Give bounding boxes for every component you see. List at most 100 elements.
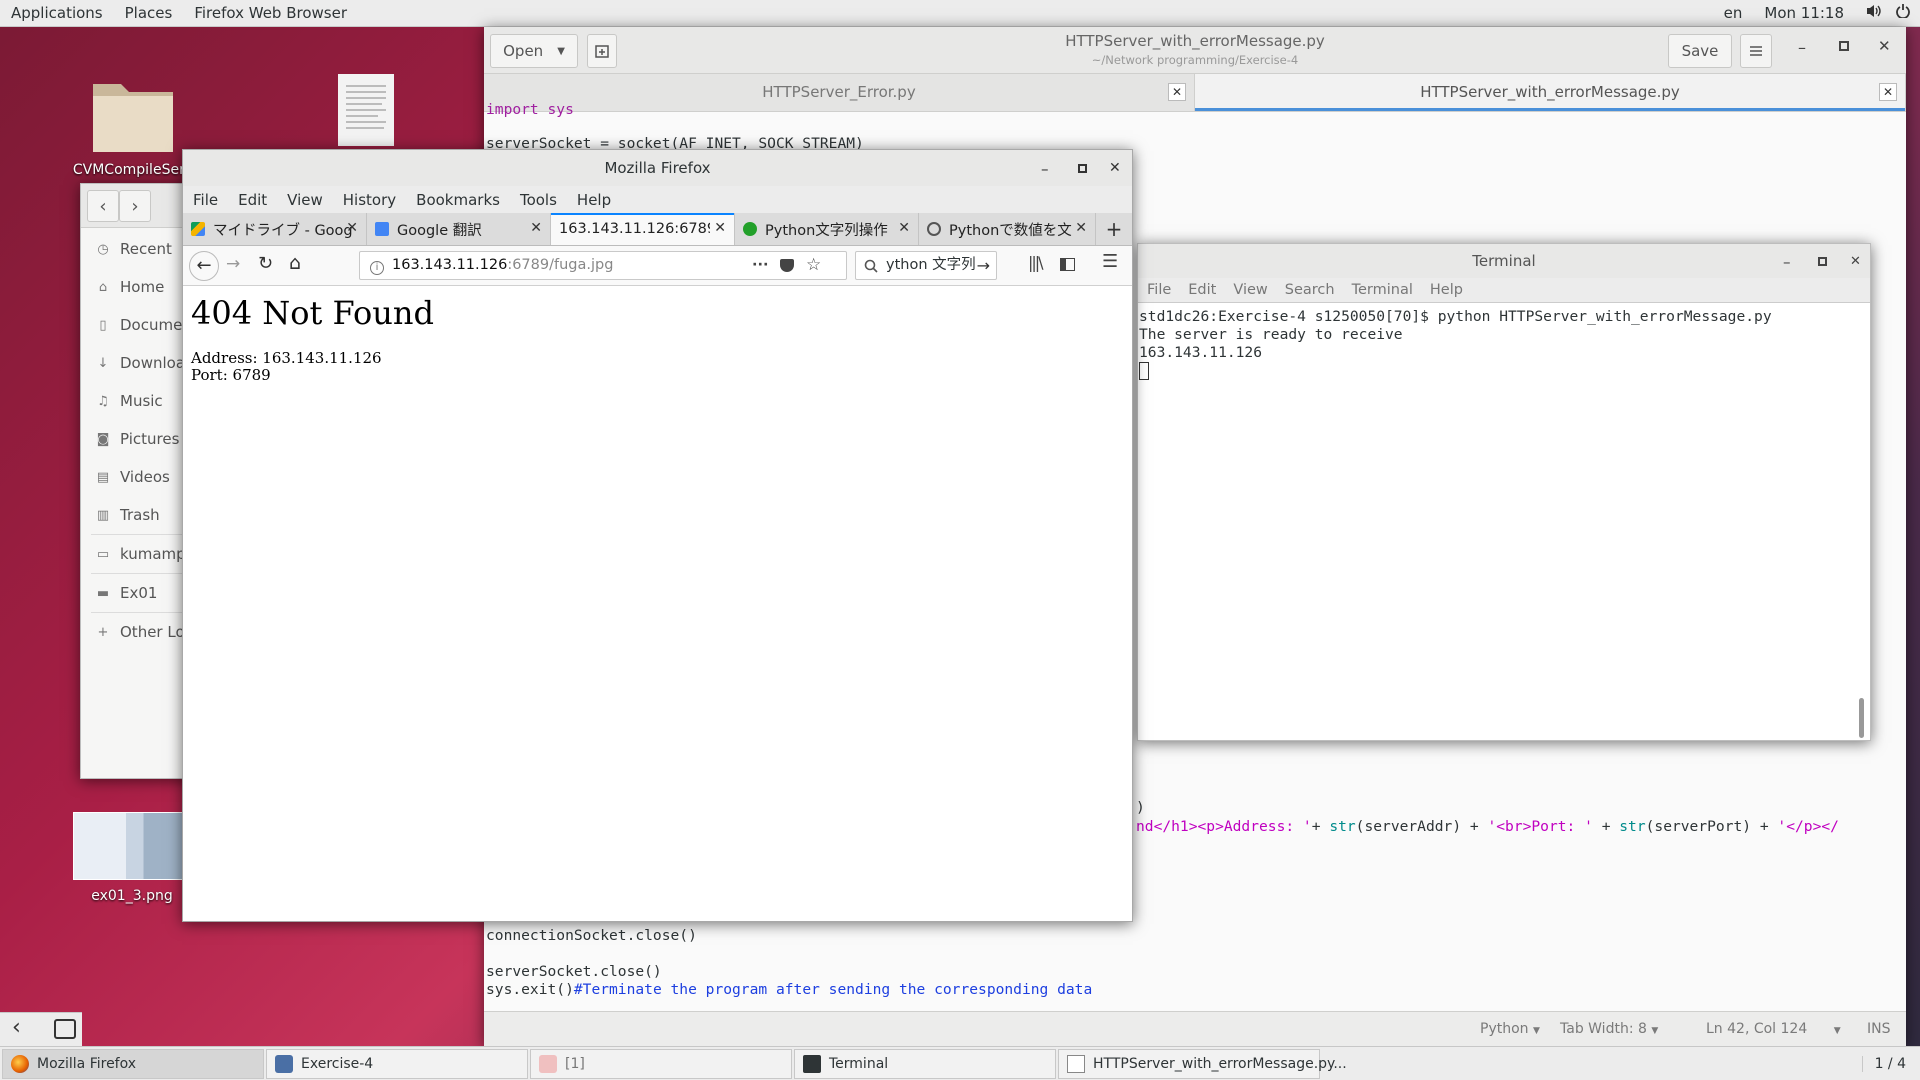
power-icon[interactable] [1896,4,1910,22]
screenshot-icon[interactable] [54,1019,76,1039]
active-app-menu[interactable]: Firefox Web Browser [183,4,358,22]
menu-file[interactable]: File [193,191,218,209]
close-tab-icon[interactable]: ✕ [1879,83,1897,101]
taskbar-item-firefox[interactable]: Mozilla Firefox [2,1048,264,1079]
gedit-tab-active[interactable]: HTTPServer_with_errorMessage.py ✕ [1195,74,1906,111]
sidebar-item-label: Recent [120,240,172,258]
browser-tab-label: Pythonで数値を文 [949,222,1072,239]
go-arrow-icon[interactable]: → [976,252,990,279]
minimize-icon[interactable]: – [1783,245,1791,279]
close-tab-icon[interactable]: ✕ [342,220,358,236]
page-heading: 404 Not Found [191,294,434,332]
browser-tab[interactable]: Pythonで数値を文 ✕ [919,213,1096,245]
firefox-title: Mozilla Firefox [604,159,711,177]
volume-icon[interactable] [1866,4,1882,22]
sidebar-item-label: Trash [120,506,160,524]
reload-icon[interactable]: ↻ [258,253,273,274]
insert-mode: INS [1867,1021,1891,1037]
sidebar-icon[interactable] [1060,258,1075,271]
menu-help[interactable]: Help [577,191,611,209]
terminal-scrollbar[interactable] [1859,698,1864,738]
back-button[interactable]: ← [189,251,219,281]
menu-bookmarks[interactable]: Bookmarks [416,191,500,209]
new-tab-button[interactable]: + [1096,213,1132,245]
sidebar-item-label: Music [120,392,163,410]
firefox-navbar: ← → ↻ ⌂ i 163.143.11.126:6789/fuga.jpg ··… [183,246,1132,286]
taskbar-item-label: Mozilla Firefox [37,1055,137,1072]
maximize-icon[interactable] [1078,164,1087,173]
close-tab-icon[interactable]: ✕ [894,220,910,236]
forward-button[interactable]: › [119,190,151,222]
sidebar-item-label: Ex01 [120,584,158,602]
taskbar-item-image-viewer[interactable]: [1] [530,1048,792,1079]
close-icon[interactable]: ✕ [1850,245,1861,279]
chevron-left-icon[interactable]: ‹ [12,1015,21,1040]
browser-tab[interactable]: Python文字列操作 ✕ [735,213,919,245]
page-actions-icon[interactable]: ··· [752,252,769,279]
places-menu[interactable]: Places [114,4,184,22]
minimize-icon[interactable]: – [1041,151,1049,187]
desktop-image-file[interactable]: ex01_3.png [62,812,202,904]
back-button[interactable]: ‹ [87,190,119,222]
terminal-output[interactable]: std1dc26:Exercise-4 s1250050[70]$ python… [1138,302,1870,385]
taskbar-item-terminal[interactable]: Terminal [794,1048,1056,1079]
browser-tab-label: マイドライブ - Goog [213,222,353,239]
taskbar-item-gedit[interactable]: HTTPServer_with_errorMessage.py... [1058,1048,1347,1079]
taskbar: Mozilla Firefox Exercise-4 [1] Terminal … [0,1046,1920,1080]
menu-file[interactable]: File [1147,282,1171,298]
browser-tab[interactable]: マイドライブ - Goog ✕ [183,213,367,245]
desktop-left-controls: ‹ [0,1012,82,1046]
browser-tab[interactable]: Google 翻訳 ✕ [367,213,551,245]
close-tab-icon[interactable]: ✕ [710,220,726,236]
url-bar[interactable]: i 163.143.11.126:6789/fuga.jpg ··· ☆ [359,251,847,280]
home-icon[interactable]: ⌂ [289,252,301,274]
taskbar-item-label: Terminal [829,1055,889,1072]
tab-width-selector[interactable]: Tab Width: 8 ▼ [1560,1021,1658,1037]
hamburger-icon[interactable]: ☰ [1102,251,1118,272]
applications-menu[interactable]: Applications [0,4,114,22]
menu-help[interactable]: Help [1430,282,1463,298]
menu-edit[interactable]: Edit [1188,282,1216,298]
library-icon[interactable]: |||\ [1028,253,1044,272]
bookmark-star-icon[interactable]: ☆ [806,252,821,279]
desktop-folder[interactable]: CVMCompileServ [68,70,198,178]
close-tab-icon[interactable]: ✕ [1168,83,1186,101]
close-icon[interactable]: ✕ [1878,37,1891,55]
menu-history[interactable]: History [343,191,396,209]
gedit-tab[interactable]: HTTPServer_Error.py ✕ [484,74,1195,111]
clock[interactable]: Mon 11:18 [1753,4,1866,22]
text-editor-icon [1067,1054,1085,1073]
taskbar-item-files[interactable]: Exercise-4 [266,1048,528,1079]
close-icon[interactable]: ✕ [1109,150,1121,186]
save-button[interactable]: Save [1668,34,1732,68]
search-box[interactable]: ython 文字列 → [855,251,997,280]
menu-edit[interactable]: Edit [238,191,267,209]
menu-tools[interactable]: Tools [520,191,557,209]
browser-tab-active[interactable]: 163.143.11.126:6789/✕ [551,213,735,245]
page-content: 404 Not Found Address: 163.143.11.126 Po… [183,286,1132,390]
document-icon [338,74,394,146]
close-tab-icon[interactable]: ✕ [1071,220,1087,236]
menu-terminal[interactable]: Terminal [1352,282,1413,298]
info-icon[interactable]: i [370,261,384,275]
gedit-headerbar: Open ▼ HTTPServer_with_errorMessage.py ~… [484,27,1906,74]
taskbar-item-label: [1] [565,1055,585,1072]
browser-tab-label: Google 翻訳 [397,222,482,239]
maximize-icon[interactable] [1839,41,1849,51]
menu-view[interactable]: View [1233,282,1267,298]
hamburger-menu-button[interactable] [1740,34,1772,68]
pocket-icon[interactable] [780,259,794,272]
chevron-down-icon: ▼ [1833,1026,1841,1036]
language-selector[interactable]: Python ▼ [1480,1021,1540,1037]
maximize-icon[interactable] [1818,257,1827,266]
language-indicator[interactable]: en [1713,4,1754,22]
drive-icon: ▭ [96,546,110,562]
workspace-indicator[interactable]: 1 / 4 [1861,1055,1906,1072]
minimize-icon[interactable]: – [1798,38,1806,57]
menu-view[interactable]: View [287,191,323,209]
cursor-position[interactable]: Ln 42, Col 124 ▼ [1706,1021,1841,1037]
desktop-document[interactable] [335,72,397,152]
close-tab-icon[interactable]: ✕ [526,220,542,236]
menu-search[interactable]: Search [1285,282,1335,298]
forward-icon[interactable]: → [226,254,240,274]
